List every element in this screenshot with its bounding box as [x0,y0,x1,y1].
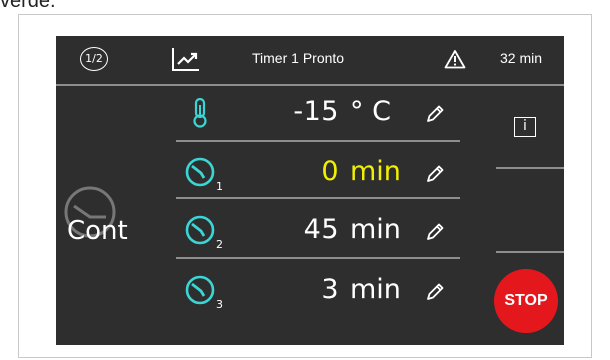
timer-index: 3 [216,298,223,311]
timer-2-unit: min [350,214,401,245]
mode-label: Cont [67,216,128,246]
temperature-value: -15 [293,96,339,127]
thermometer-icon [193,97,207,128]
device-screen: 1/2 Timer 1 Pronto 32 min Cont -15 ° C 1… [56,36,564,345]
stop-button[interactable]: STOP [494,269,558,333]
header-bar: 1/2 Timer 1 Pronto 32 min [56,36,564,84]
timer-status-title: Timer 1 Pronto [252,50,345,66]
header-divider [56,84,564,86]
timer-2-value: 45 [303,214,339,245]
page-caption: verde. [0,0,56,12]
timer-index: 2 [216,238,223,251]
timer-1-unit: min [350,156,401,187]
pencil-icon[interactable] [424,103,446,125]
pencil-icon[interactable] [424,221,446,243]
timer-icon [185,275,215,305]
pencil-icon[interactable] [424,163,446,185]
page-indicator[interactable]: 1/2 [80,47,108,71]
row-divider [176,257,460,259]
timer-row-3[interactable]: 3 3 min [176,268,464,316]
remaining-time: 32 min [500,50,543,66]
timer-row-1[interactable]: 1 0 min [176,150,464,198]
info-button[interactable]: i [514,117,536,137]
right-divider [496,167,564,169]
warning-icon[interactable] [444,49,466,69]
right-divider [496,251,564,253]
timer-icon [185,157,215,187]
temperature-row[interactable]: -15 ° C [176,90,464,138]
timer-index: 1 [216,180,223,193]
timer-1-value: 0 [321,156,339,187]
timer-row-2[interactable]: 2 45 min [176,208,464,256]
timer-3-unit: min [350,274,401,305]
timer-3-value: 3 [321,274,339,305]
row-divider [176,140,460,142]
trend-chart-icon[interactable] [171,46,201,72]
timer-icon [185,215,215,245]
pencil-icon[interactable] [424,281,446,303]
temperature-unit: ° C [350,96,391,127]
